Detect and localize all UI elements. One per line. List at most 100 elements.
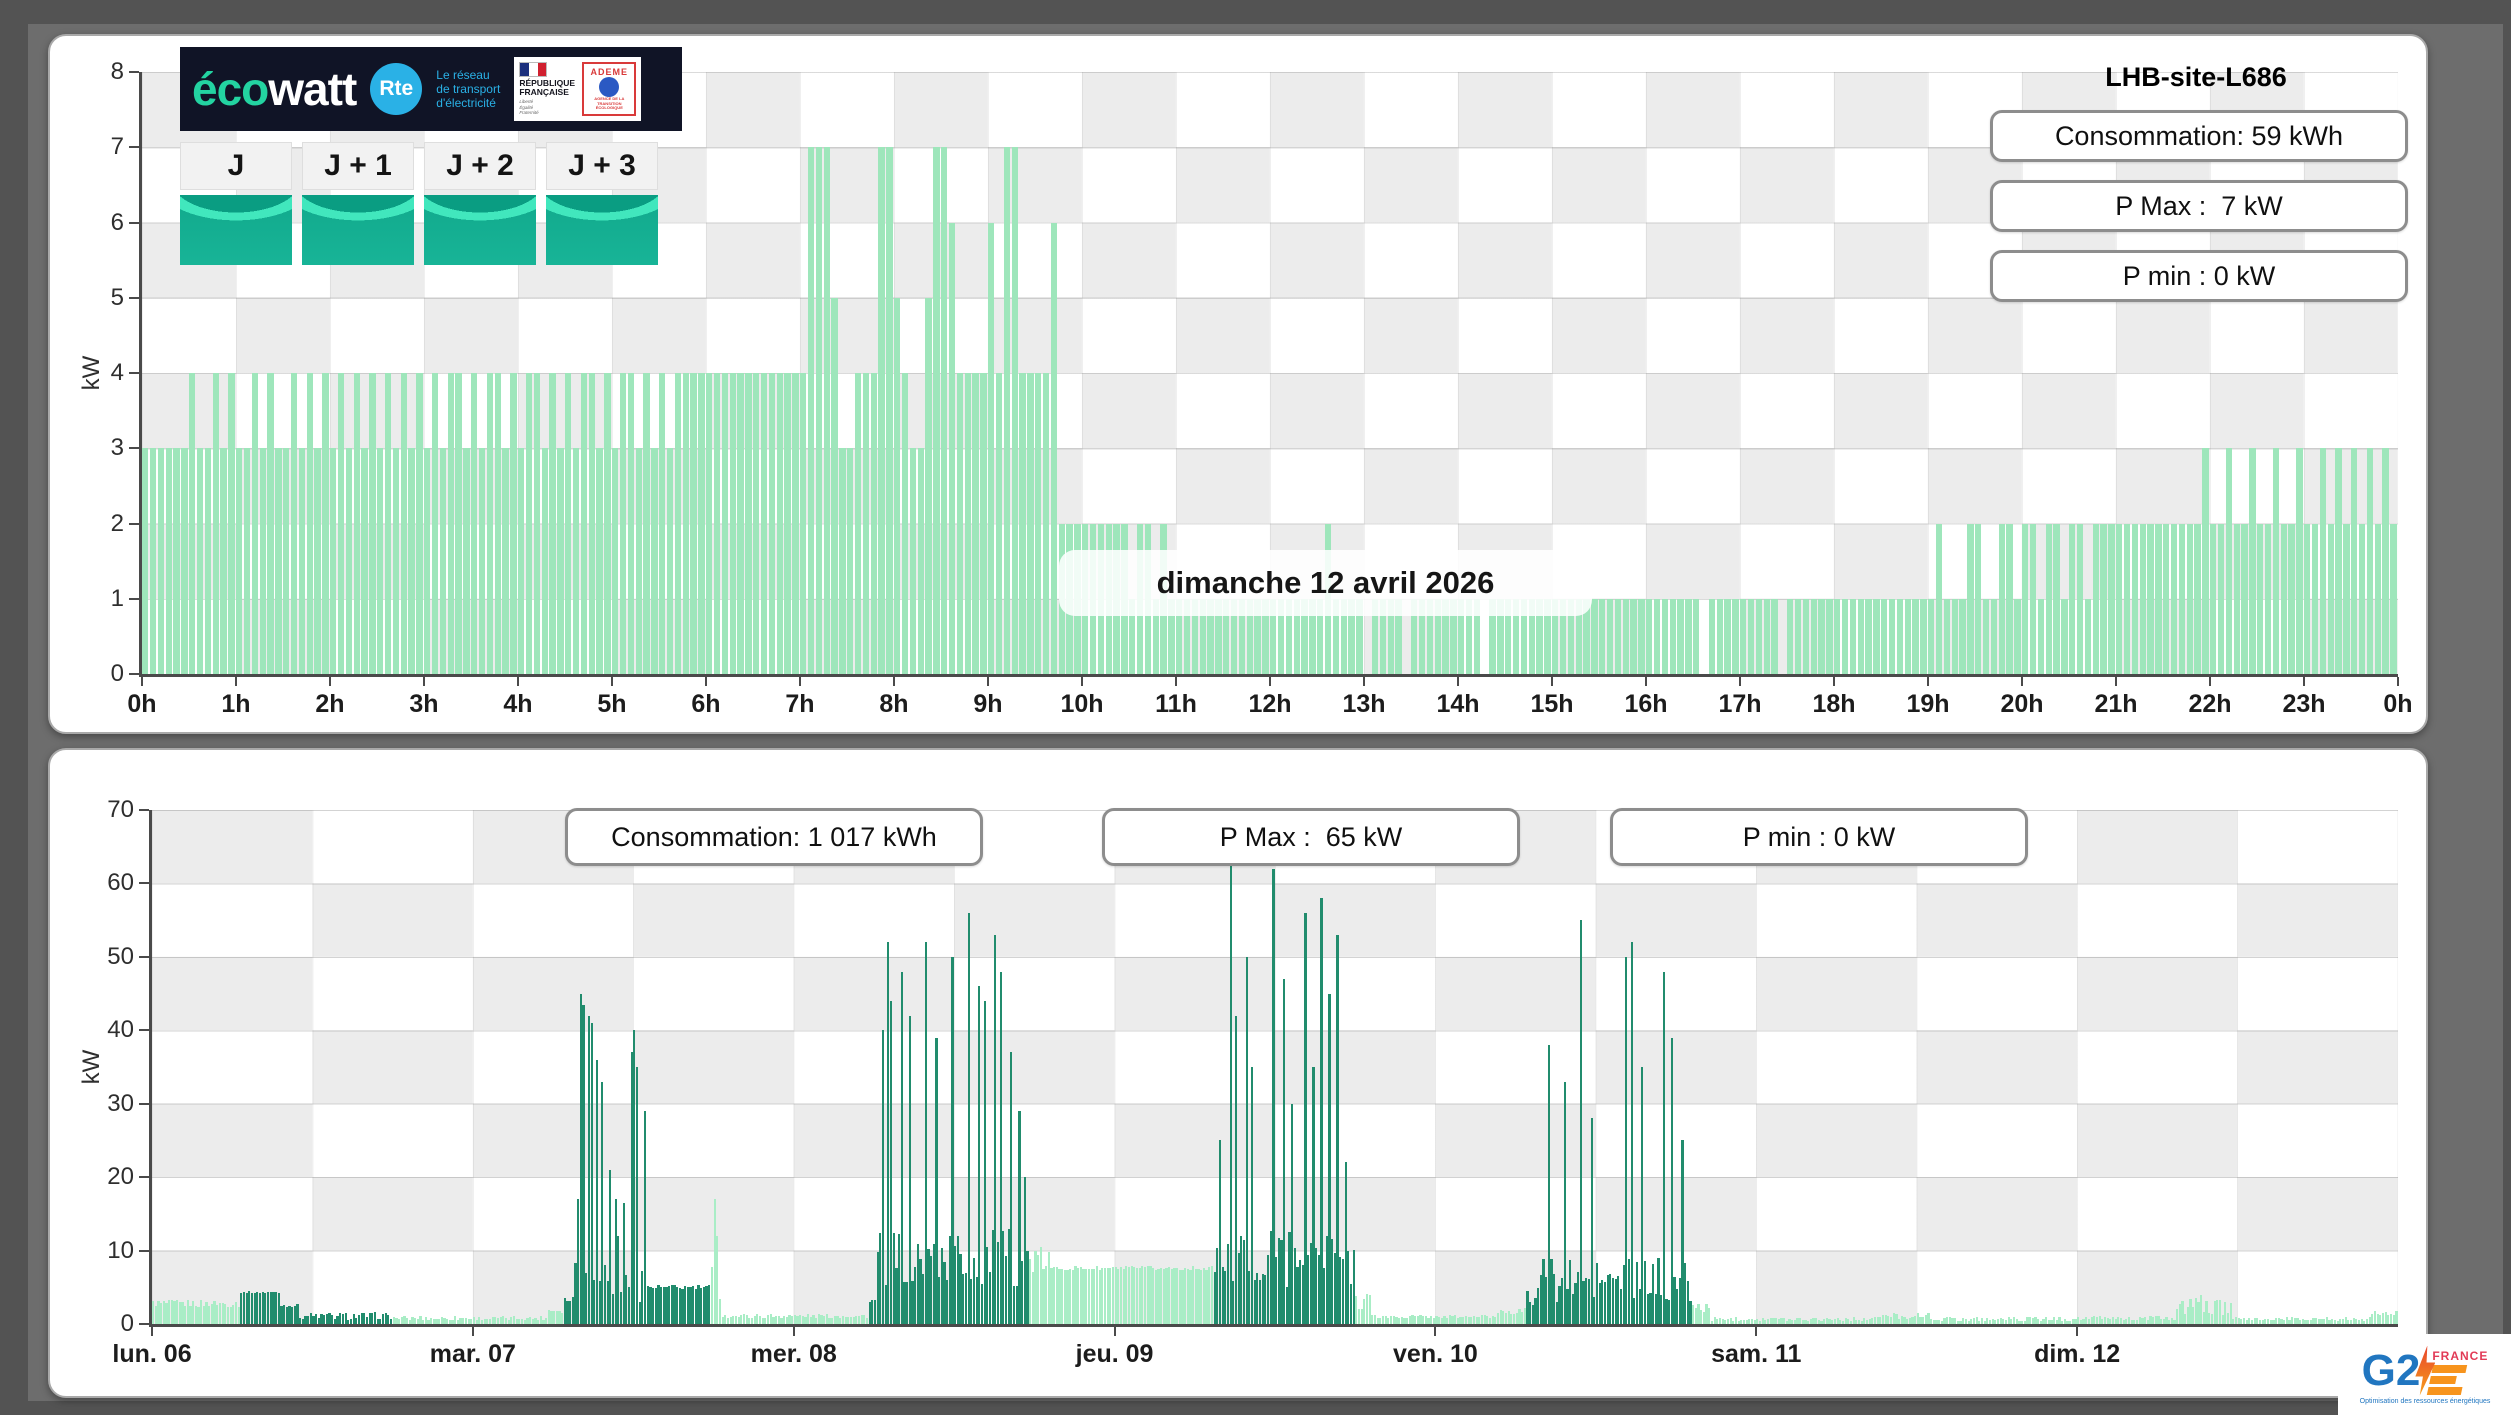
bar (228, 373, 235, 674)
bar (2280, 523, 2287, 674)
bar (275, 448, 282, 674)
window-edge-top (0, 0, 2511, 24)
x-tick-mark (423, 677, 425, 686)
bar (2288, 523, 2295, 674)
ademe-subtext: AGENCE DE LA TRANSITION ÉCOLOGIQUE (594, 96, 625, 111)
bar (471, 373, 478, 674)
bar (463, 448, 470, 674)
bar (784, 373, 791, 674)
ecowatt-gauge-green-icon (546, 195, 658, 265)
bar (1042, 373, 1050, 674)
bar (1794, 598, 1802, 674)
bar (1818, 598, 1825, 674)
g2e-e-icon (2427, 1364, 2491, 1395)
bar (737, 373, 744, 674)
bar (659, 373, 666, 674)
bar (1755, 598, 1763, 674)
x-tick-mark (611, 677, 613, 686)
forecast-tile-label: J + 1 (302, 142, 414, 190)
x-tick-mark (1739, 677, 1741, 686)
bar (1630, 598, 1637, 674)
day-chart-y-axis (139, 72, 142, 674)
bar (823, 147, 830, 674)
bar (2076, 523, 2084, 674)
y-tick-label: 40 (107, 1016, 134, 1044)
bar (1888, 598, 1896, 674)
ademe-text: ADEME (590, 67, 629, 78)
bar (1802, 598, 1810, 674)
bar (1982, 598, 1990, 674)
bar (173, 448, 180, 674)
x-tick-mark (1363, 677, 1365, 686)
francaise-text: FRANÇAISE (519, 87, 569, 98)
bar (2014, 598, 2021, 674)
bar (643, 373, 650, 674)
bar (1563, 1081, 1566, 1324)
bar (1283, 978, 1286, 1324)
ecowatt-logo: écowatt Rte Le réseau de transport d'éle… (180, 47, 682, 131)
bar (878, 147, 885, 674)
bar (1630, 942, 1633, 1324)
bar (1747, 598, 1755, 674)
forecast-tile-j3[interactable]: J + 3 (546, 142, 658, 265)
bar (2217, 523, 2225, 674)
x-tick-mark (329, 677, 331, 686)
bar (807, 147, 815, 674)
y-tick-label: 5 (110, 283, 124, 311)
bar (2037, 598, 2045, 674)
bar (1826, 598, 1833, 674)
bar (862, 373, 870, 674)
bar (2029, 523, 2037, 674)
bar (619, 373, 627, 674)
bar (1579, 920, 1582, 1324)
bar (2022, 523, 2029, 674)
bar (1732, 598, 1739, 674)
bar (2116, 523, 2123, 674)
y-tick-mark (139, 1029, 149, 1032)
y-tick-mark (129, 146, 139, 149)
bar (2131, 523, 2139, 674)
ecowatt-wordmark: écowatt (192, 66, 357, 112)
bar (1035, 373, 1042, 674)
day-pmax-stat: P Max : 7 kW (1990, 180, 2408, 232)
bar (933, 147, 940, 674)
bar (682, 373, 689, 674)
bar (1622, 598, 1629, 674)
bar (510, 373, 517, 674)
forecast-tile-label: J (180, 142, 292, 190)
x-tick-mark (987, 677, 989, 686)
x-tick-mark (1113, 1327, 1116, 1336)
bar (580, 373, 588, 674)
bar (345, 448, 353, 674)
bar (635, 1067, 639, 1324)
bar (2257, 523, 2264, 674)
bar (1638, 598, 1645, 674)
bar (149, 448, 157, 674)
bar (900, 971, 903, 1324)
bar (760, 373, 768, 674)
bar (706, 373, 713, 674)
week-pmin-stat: P min : 0 kW (1610, 808, 2028, 866)
forecast-tile-j[interactable]: J (180, 142, 292, 265)
bar (956, 373, 964, 674)
bar (698, 373, 705, 674)
forecast-tile-j2[interactable]: J + 2 (424, 142, 536, 265)
week-chart-plot[interactable] (152, 810, 2398, 1324)
bar (565, 373, 572, 674)
bar (1019, 373, 1026, 674)
bar (2061, 598, 2068, 674)
x-tick-mark (2303, 677, 2305, 686)
x-tick-mark (1175, 677, 1177, 686)
window-edge-bottom (0, 1401, 2511, 1415)
y-tick-label: 3 (110, 434, 124, 462)
french-flag-icon (519, 62, 548, 78)
forecast-tile-j1[interactable]: J + 1 (302, 142, 414, 265)
bar (369, 373, 376, 674)
y-tick-mark (129, 71, 139, 73)
rte-tagline-line: Le réseau (436, 68, 490, 82)
bar (2084, 598, 2092, 674)
g2e-logo-row: G2 FRANCE (2362, 1345, 2491, 1396)
week-pmax-stat: P Max : 65 kW (1102, 808, 1520, 866)
government-logos: RÉPUBLIQUE FRANÇAISE Liberté Égalité Fra… (514, 57, 642, 121)
bar (1834, 598, 1841, 674)
